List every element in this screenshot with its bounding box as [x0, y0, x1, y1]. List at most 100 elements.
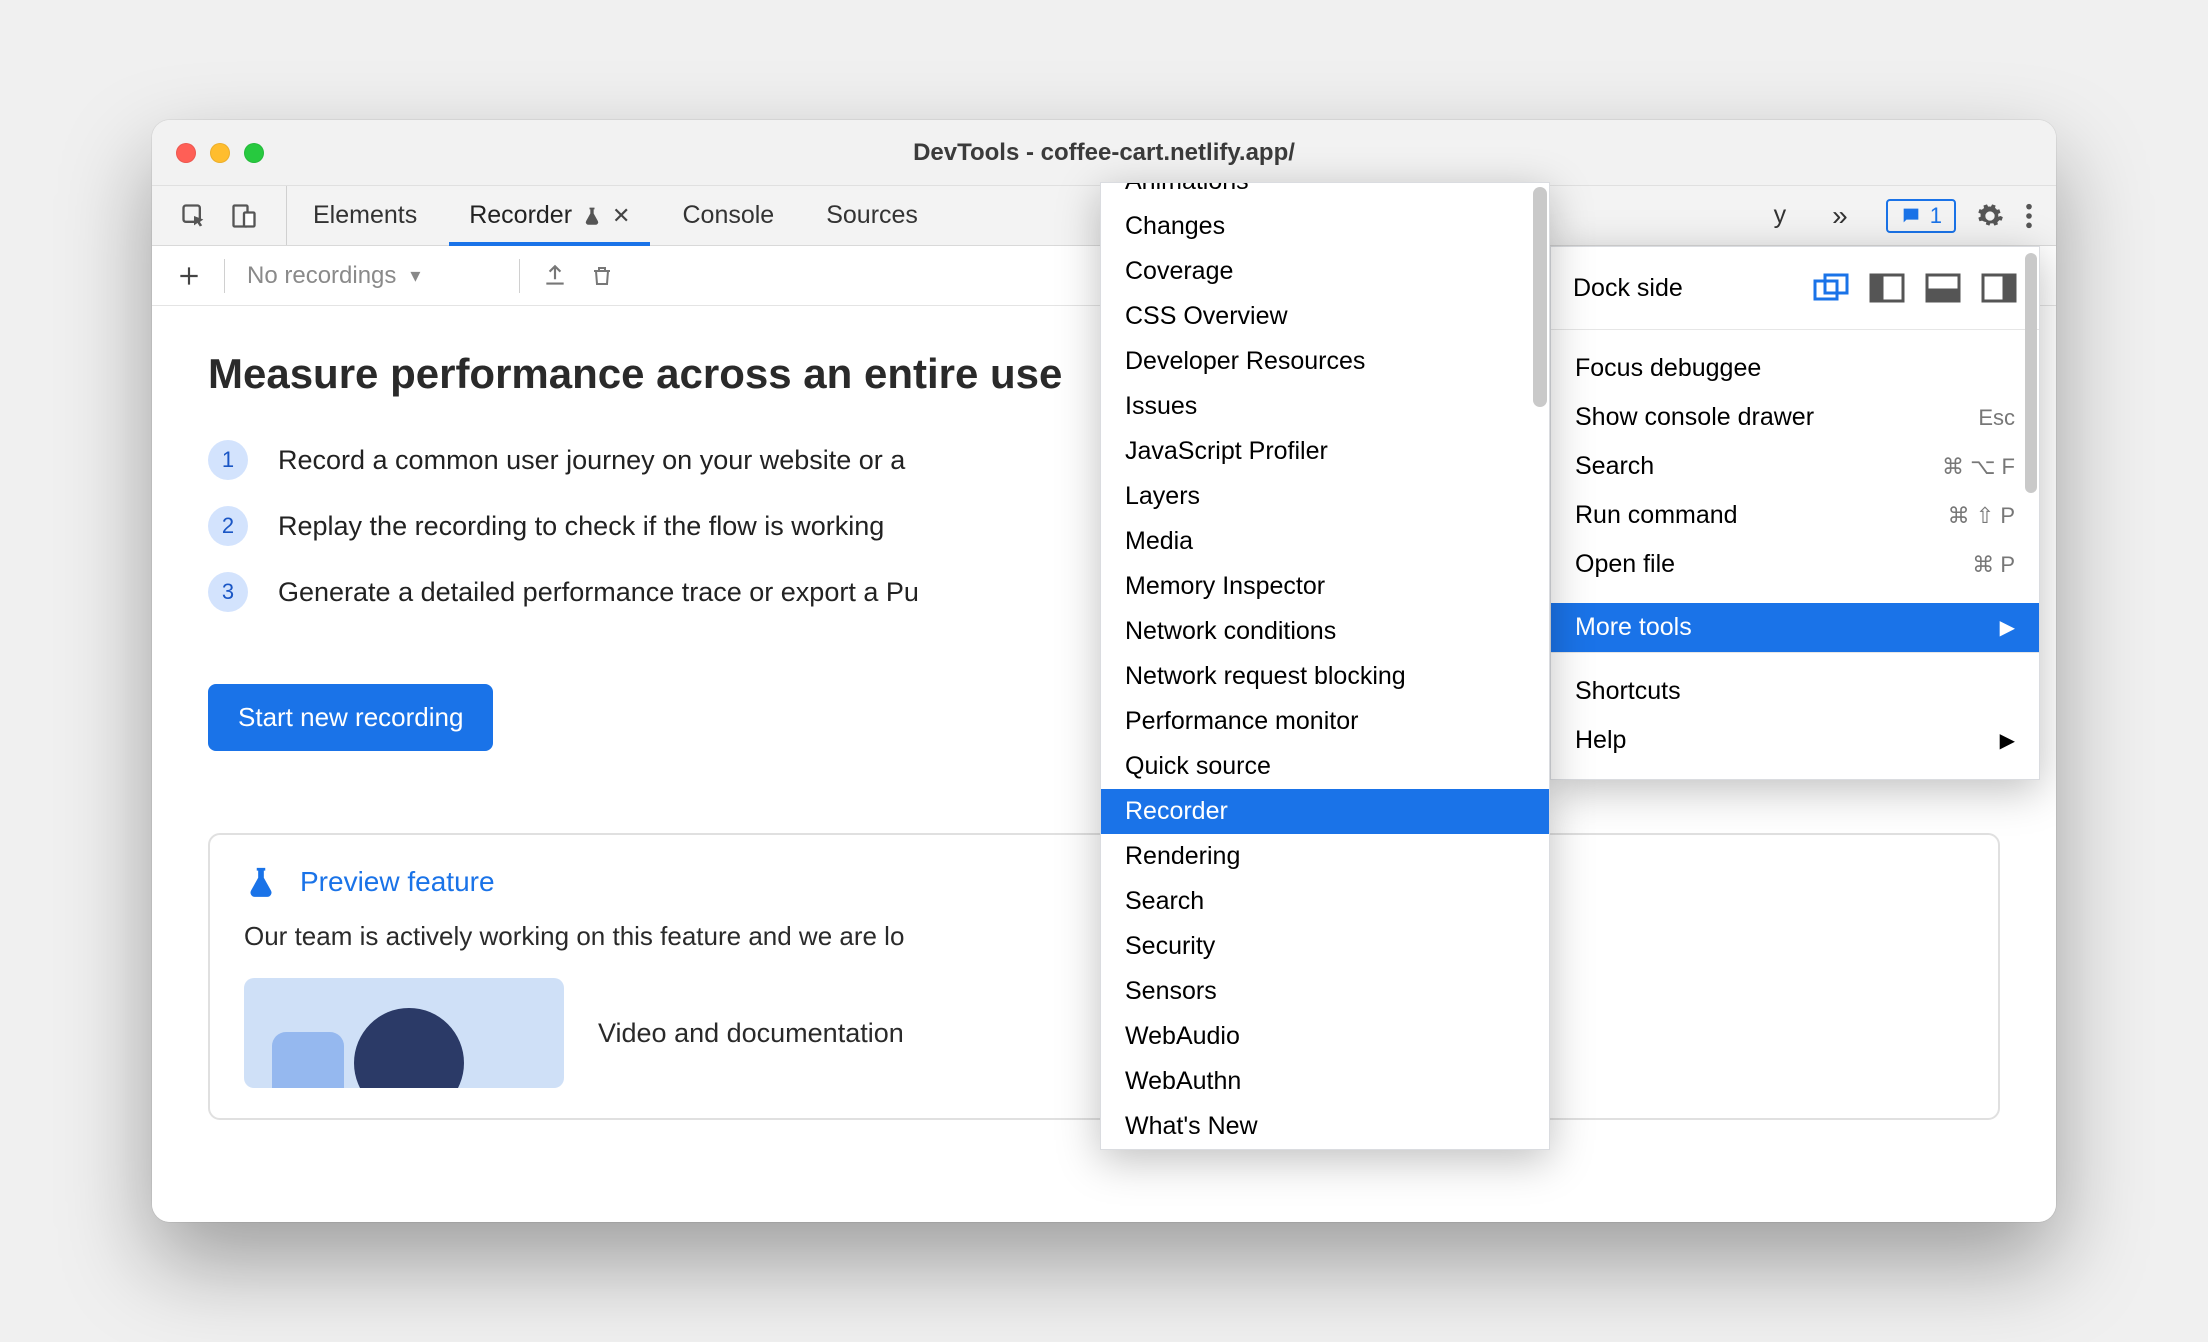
submenu-item-label: Memory Inspector [1125, 572, 1325, 601]
submenu-item[interactable]: What's New [1101, 1104, 1549, 1149]
export-icon[interactable] [542, 263, 568, 289]
submenu-item[interactable]: Search [1101, 879, 1549, 924]
video-thumbnail[interactable] [244, 978, 564, 1088]
tab-recorder[interactable]: Recorder ✕ [443, 186, 656, 245]
submenu-item-label: Recorder [1125, 797, 1228, 826]
menu-item[interactable]: Search ⌘ ⌥ F [1551, 442, 2039, 491]
delete-icon[interactable] [590, 263, 614, 289]
submenu-item-label: Layers [1125, 482, 1200, 511]
submenu-item[interactable]: Media [1101, 519, 1549, 564]
toolbar-divider [224, 259, 225, 293]
submenu-item-label: Media [1125, 527, 1193, 556]
submenu-item[interactable]: Security [1101, 924, 1549, 969]
menu-item-shortcut: ⌘ ⇧ P [1948, 503, 2015, 529]
submenu-item-label: WebAudio [1125, 1022, 1240, 1051]
menu-item[interactable]: Run command ⌘ ⇧ P [1551, 491, 2039, 540]
submenu-item[interactable]: CSS Overview [1101, 294, 1549, 339]
submenu-item-label: Coverage [1125, 257, 1233, 286]
submenu-item-label: Security [1125, 932, 1215, 961]
submenu-item-label: Animations [1125, 182, 1249, 196]
submenu-item-label: What's New [1125, 1112, 1258, 1141]
submenu-item[interactable]: Issues [1101, 384, 1549, 429]
menu-more-tools[interactable]: More tools ▶ [1551, 603, 2039, 652]
titlebar: DevTools - coffee-cart.netlify.app/ [152, 120, 2056, 186]
menu-item-label: More tools [1575, 613, 1692, 642]
dock-side-label: Dock side [1573, 274, 1683, 303]
menu-item-label: Help [1575, 726, 1626, 755]
chevron-down-icon: ▾ [410, 263, 420, 288]
menu-item-label: Run command [1575, 501, 1738, 530]
menu-item-label: Search [1575, 452, 1654, 481]
menu-item[interactable]: Open file⌘ P [1551, 540, 2039, 589]
issues-badge[interactable]: 1 [1886, 199, 1956, 233]
submenu-item[interactable]: Rendering [1101, 834, 1549, 879]
submenu-item[interactable]: Developer Resources [1101, 339, 1549, 384]
menu-scrollbar[interactable] [2025, 253, 2037, 493]
preview-title: Preview feature [300, 866, 495, 898]
submenu-scrollbar[interactable] [1533, 187, 1547, 407]
inspect-element-icon[interactable] [180, 202, 208, 230]
submenu-item[interactable]: Coverage [1101, 249, 1549, 294]
submenu-item[interactable]: Layers [1101, 474, 1549, 519]
tab-console[interactable]: Console [656, 186, 800, 245]
submenu-item-label: Changes [1125, 212, 1225, 241]
settings-icon[interactable] [1976, 202, 2004, 230]
menu-item-shortcut: ⌘ ⌥ F [1942, 454, 2015, 480]
submenu-item-label: Search [1125, 887, 1204, 916]
submenu-item[interactable]: Animations [1101, 182, 1549, 204]
dock-undock-icon[interactable] [1813, 273, 1849, 303]
submenu-item[interactable]: JavaScript Profiler [1101, 429, 1549, 474]
more-options-icon[interactable] [2024, 202, 2034, 230]
truncated-tab-suffix: y [1774, 201, 1795, 230]
submenu-item-label: CSS Overview [1125, 302, 1288, 331]
step-text: Record a common user journey on your web… [278, 445, 905, 476]
flask-icon [582, 206, 602, 226]
dock-left-icon[interactable] [1869, 273, 1905, 303]
flask-icon [244, 865, 278, 899]
dock-right-icon[interactable] [1981, 273, 2017, 303]
tab-sources[interactable]: Sources [800, 186, 944, 245]
menu-item-label: Shortcuts [1575, 677, 1681, 706]
start-recording-button[interactable]: Start new recording [208, 684, 493, 751]
close-tab-icon[interactable]: ✕ [612, 203, 630, 229]
submenu-item-label: Developer Resources [1125, 347, 1365, 376]
submenu-item[interactable]: Performance monitor [1101, 699, 1549, 744]
submenu-item[interactable]: Network conditions [1101, 609, 1549, 654]
video-title: Video and documentation [598, 1018, 904, 1049]
dock-side-row: Dock side [1551, 261, 2039, 315]
menu-item[interactable]: Focus debuggee [1551, 344, 2039, 393]
menu-item[interactable]: Shortcuts [1551, 667, 2039, 716]
recordings-dropdown[interactable]: No recordings ▾ [247, 262, 497, 290]
step-text: Replay the recording to check if the flo… [278, 511, 884, 542]
submenu-arrow-icon: ▶ [2000, 728, 2015, 753]
dock-bottom-icon[interactable] [1925, 273, 1961, 303]
menu-item-label: Open file [1575, 550, 1675, 579]
submenu-item-label: Performance monitor [1125, 707, 1358, 736]
menu-item[interactable]: Help ▶ [1551, 716, 2039, 765]
submenu-item-label: Issues [1125, 392, 1197, 421]
submenu-item[interactable]: Network request blocking [1101, 654, 1549, 699]
submenu-item-label: Rendering [1125, 842, 1240, 871]
device-toolbar-icon[interactable] [230, 202, 258, 230]
tab-elements[interactable]: Elements [287, 186, 443, 245]
submenu-item[interactable]: Memory Inspector [1101, 564, 1549, 609]
submenu-item[interactable]: WebAudio [1101, 1014, 1549, 1059]
submenu-item-label: Sensors [1125, 977, 1217, 1006]
submenu-item[interactable]: Quick source [1101, 744, 1549, 789]
main-menu: Dock side Focus debug [1550, 246, 2040, 780]
submenu-item[interactable]: Changes [1101, 204, 1549, 249]
overflow-tabs-button[interactable]: » [1814, 200, 1866, 232]
new-recording-button[interactable] [176, 263, 202, 289]
submenu-item[interactable]: Sensors [1101, 969, 1549, 1014]
menu-item[interactable]: Show console drawerEsc [1551, 393, 2039, 442]
menu-item-shortcut: Esc [1978, 405, 2015, 431]
menu-item-label: Focus debuggee [1575, 354, 1761, 383]
submenu-item[interactable]: Recorder [1101, 789, 1549, 834]
devtools-window: DevTools - coffee-cart.netlify.app/ Elem… [152, 120, 2056, 1222]
window-title: DevTools - coffee-cart.netlify.app/ [152, 139, 2056, 167]
step-text: Generate a detailed performance trace or… [278, 577, 919, 608]
more-tools-submenu: Animations Changes Coverage CSS Overview Dev… [1100, 182, 1550, 1150]
submenu-item[interactable]: WebAuthn [1101, 1059, 1549, 1104]
toolbar-divider [519, 259, 520, 293]
submenu-arrow-icon: ▶ [2000, 615, 2015, 640]
